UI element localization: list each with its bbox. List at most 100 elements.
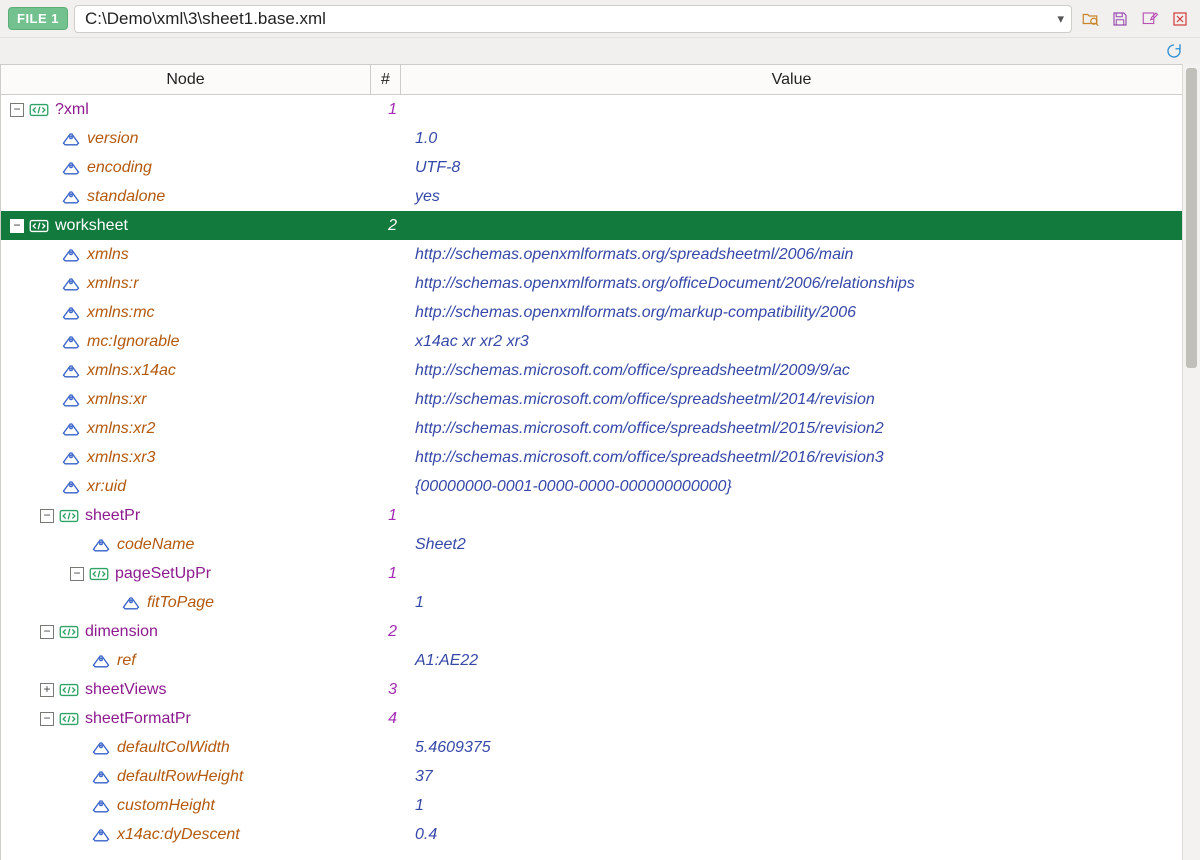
value-cell[interactable]: http://schemas.openxmlformats.org/office… <box>401 269 1182 298</box>
node-cell[interactable]: −?xml <box>1 95 371 124</box>
tree-attribute-row[interactable]: mc:Ignorable x14ac xr xr2 xr3 <box>1 327 1182 356</box>
scrollbar-thumb[interactable] <box>1186 68 1197 368</box>
collapse-toggle[interactable]: − <box>10 103 24 117</box>
value-cell[interactable]: x14ac xr xr2 xr3 <box>401 327 1182 356</box>
collapse-toggle[interactable]: − <box>70 567 84 581</box>
value-cell[interactable]: http://schemas.microsoft.com/office/spre… <box>401 385 1182 414</box>
tree-attribute-row[interactable]: xmlns:xr3 http://schemas.microsoft.com/of… <box>1 443 1182 472</box>
node-cell[interactable]: xmlns <box>1 240 371 269</box>
value-cell[interactable] <box>401 501 1182 530</box>
node-cell[interactable]: mc:Ignorable <box>1 327 371 356</box>
node-cell[interactable]: xmlns:xr3 <box>1 443 371 472</box>
node-cell[interactable]: fitToPage <box>1 588 371 617</box>
value-cell[interactable]: Sheet2 <box>401 530 1182 559</box>
node-cell[interactable]: xmlns:xr2 <box>1 414 371 443</box>
tree-attribute-row[interactable]: version 1.0 <box>1 124 1182 153</box>
value-cell[interactable]: 1 <box>401 588 1182 617</box>
value-cell[interactable]: yes <box>401 182 1182 211</box>
tree-attribute-row[interactable]: encoding UTF-8 <box>1 153 1182 182</box>
value-cell[interactable] <box>401 95 1182 124</box>
node-cell[interactable]: defaultRowHeight <box>1 762 371 791</box>
collapse-toggle[interactable]: − <box>10 219 24 233</box>
node-cell[interactable]: xmlns:mc <box>1 298 371 327</box>
node-cell[interactable]: xr:uid <box>1 472 371 501</box>
value-cell[interactable]: 5.4609375 <box>401 733 1182 762</box>
attribute-icon <box>91 536 111 554</box>
browse-folder-button[interactable] <box>1078 7 1102 31</box>
node-cell[interactable]: version <box>1 124 371 153</box>
tree-attribute-row[interactable]: customHeight 1 <box>1 791 1182 820</box>
node-cell[interactable]: +sheetViews <box>1 675 371 704</box>
node-cell[interactable]: standalone <box>1 182 371 211</box>
tree-element-row[interactable]: −?xml1 <box>1 95 1182 124</box>
tree-attribute-row[interactable]: fitToPage 1 <box>1 588 1182 617</box>
node-cell[interactable]: −dimension <box>1 617 371 646</box>
file-path-input[interactable] <box>74 5 1072 33</box>
node-name: worksheet <box>55 217 128 235</box>
tree-attribute-row[interactable]: x14ac:dyDescent 0.4 <box>1 820 1182 849</box>
value-cell[interactable]: A1:AE22 <box>401 646 1182 675</box>
value-cell[interactable]: 0.4 <box>401 820 1182 849</box>
value-cell[interactable]: http://schemas.microsoft.com/office/spre… <box>401 443 1182 472</box>
value-cell[interactable]: 1.0 <box>401 124 1182 153</box>
node-cell[interactable]: xmlns:r <box>1 269 371 298</box>
edit-button[interactable] <box>1138 7 1162 31</box>
tree-attribute-row[interactable]: xmlns http://schemas.openxmlformats.org/s… <box>1 240 1182 269</box>
value-cell[interactable]: http://schemas.openxmlformats.org/markup… <box>401 298 1182 327</box>
value-cell[interactable]: http://schemas.openxmlformats.org/spread… <box>401 240 1182 269</box>
node-cell[interactable]: ref <box>1 646 371 675</box>
tree-attribute-row[interactable]: defaultColWidth 5.4609375 <box>1 733 1182 762</box>
node-cell[interactable]: −pageSetUpPr <box>1 559 371 588</box>
tree-attribute-row[interactable]: codeName Sheet2 <box>1 530 1182 559</box>
tree-grid[interactable]: Node # Value −?xml1version1.0encodingUTF… <box>0 64 1182 860</box>
node-cell[interactable]: codeName <box>1 530 371 559</box>
node-cell[interactable]: encoding <box>1 153 371 182</box>
tree-attribute-row[interactable]: ref A1:AE22 <box>1 646 1182 675</box>
refresh-button[interactable] <box>1162 39 1186 63</box>
node-cell[interactable]: customHeight <box>1 791 371 820</box>
node-name: xmlns:x14ac <box>87 362 176 380</box>
tree-element-row[interactable]: −sheetFormatPr4 <box>1 704 1182 733</box>
value-cell[interactable] <box>401 675 1182 704</box>
node-cell[interactable]: − worksheet <box>1 211 371 240</box>
tree-attribute-row[interactable]: xmlns:mc http://schemas.openxmlformats.or… <box>1 298 1182 327</box>
column-header-value[interactable]: Value <box>401 65 1182 94</box>
value-cell[interactable]: 37 <box>401 762 1182 791</box>
value-cell[interactable] <box>401 559 1182 588</box>
tree-attribute-row[interactable]: standalone yes <box>1 182 1182 211</box>
value-cell[interactable]: {00000000-0001-0000-0000-000000000000} <box>401 472 1182 501</box>
node-cell[interactable]: x14ac:dyDescent <box>1 820 371 849</box>
tree-attribute-row[interactable]: xmlns:x14ac http://schemas.microsoft.com/… <box>1 356 1182 385</box>
close-button[interactable] <box>1168 7 1192 31</box>
value-cell[interactable]: 1 <box>401 791 1182 820</box>
tree-attribute-row[interactable]: xmlns:xr2 http://schemas.microsoft.com/of… <box>1 414 1182 443</box>
value-cell[interactable]: UTF-8 <box>401 153 1182 182</box>
tree-element-row[interactable]: −pageSetUpPr1 <box>1 559 1182 588</box>
tree-element-row[interactable]: −dimension2 <box>1 617 1182 646</box>
tree-attribute-row[interactable]: xmlns:xr http://schemas.microsoft.com/off… <box>1 385 1182 414</box>
value-cell[interactable]: http://schemas.microsoft.com/office/spre… <box>401 414 1182 443</box>
collapse-toggle[interactable]: − <box>40 625 54 639</box>
column-header-node[interactable]: Node <box>1 65 371 94</box>
tree-element-row[interactable]: +sheetViews3 <box>1 675 1182 704</box>
value-cell[interactable] <box>401 211 1182 240</box>
node-cell[interactable]: xmlns:x14ac <box>1 356 371 385</box>
tree-attribute-row[interactable]: xr:uid {00000000-0001-0000-0000-000000000… <box>1 472 1182 501</box>
column-header-num[interactable]: # <box>371 65 401 94</box>
tree-attribute-row[interactable]: defaultRowHeight 37 <box>1 762 1182 791</box>
tree-element-row[interactable]: −sheetPr1 <box>1 501 1182 530</box>
node-cell[interactable]: −sheetPr <box>1 501 371 530</box>
collapse-toggle[interactable]: − <box>40 509 54 523</box>
collapse-toggle[interactable]: − <box>40 712 54 726</box>
node-cell[interactable]: defaultColWidth <box>1 733 371 762</box>
save-button[interactable] <box>1108 7 1132 31</box>
node-cell[interactable]: −sheetFormatPr <box>1 704 371 733</box>
tree-element-row[interactable]: −worksheet2 <box>1 211 1182 240</box>
value-cell[interactable] <box>401 617 1182 646</box>
node-cell[interactable]: xmlns:xr <box>1 385 371 414</box>
tree-attribute-row[interactable]: xmlns:r http://schemas.openxmlformats.org… <box>1 269 1182 298</box>
expand-toggle[interactable]: + <box>40 683 54 697</box>
value-cell[interactable]: http://schemas.microsoft.com/office/spre… <box>401 356 1182 385</box>
vertical-scrollbar[interactable] <box>1182 64 1200 860</box>
value-cell[interactable] <box>401 704 1182 733</box>
